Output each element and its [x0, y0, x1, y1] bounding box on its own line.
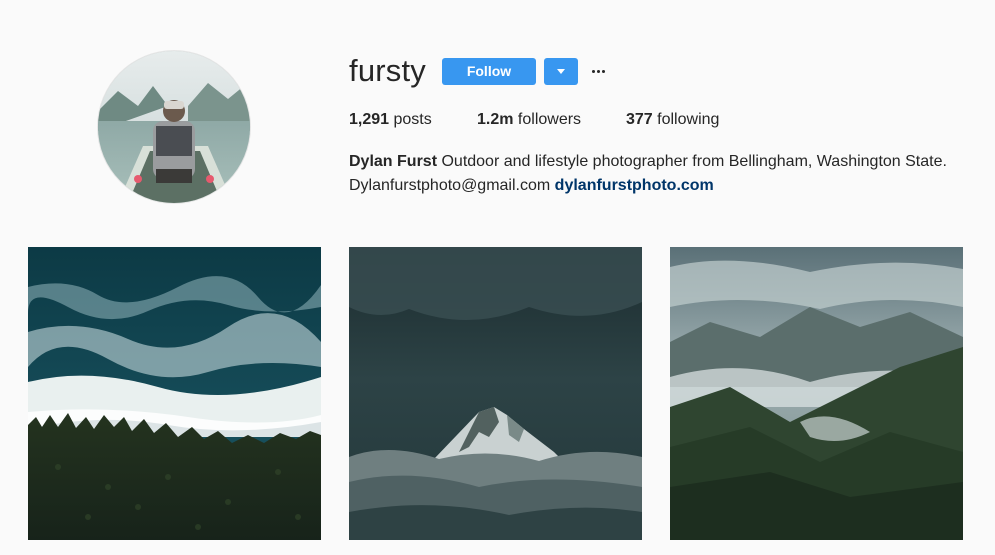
more-options-icon[interactable] — [587, 61, 609, 81]
follow-button[interactable]: Follow — [442, 58, 536, 85]
avatar-photo — [98, 51, 250, 203]
followers-label: followers — [517, 111, 582, 128]
following-label: following — [657, 111, 720, 128]
followers-stat[interactable]: 1.2m followers — [477, 110, 581, 130]
profile-page: fursty Follow 1,291 posts 1.2m followers… — [0, 0, 995, 555]
suggestions-dropdown-button[interactable] — [544, 58, 578, 85]
website-link[interactable]: dylanfurstphoto.com — [555, 177, 714, 194]
followers-count: 1.2m — [477, 111, 514, 128]
avatar[interactable] — [98, 51, 250, 203]
posts-count: 1,291 — [349, 111, 390, 128]
following-count: 377 — [626, 111, 653, 128]
mountain-peak-clouds-photo — [349, 247, 642, 540]
display-name: Dylan Furst — [349, 153, 438, 170]
aerial-forest-coast-photo — [28, 247, 321, 540]
following-stat[interactable]: 377 following — [626, 110, 719, 130]
post-thumbnail[interactable] — [28, 247, 321, 540]
posts-label: posts — [393, 111, 432, 128]
post-thumbnail[interactable] — [670, 247, 963, 540]
misty-forest-mountains-photo — [670, 247, 963, 540]
posts-stat: 1,291 posts — [349, 110, 432, 130]
post-thumbnail[interactable] — [349, 247, 642, 540]
profile-bio: Dylan Furst Outdoor and lifestyle photog… — [349, 150, 949, 198]
profile-username: fursty — [349, 53, 426, 88]
chevron-down-icon — [557, 69, 565, 74]
